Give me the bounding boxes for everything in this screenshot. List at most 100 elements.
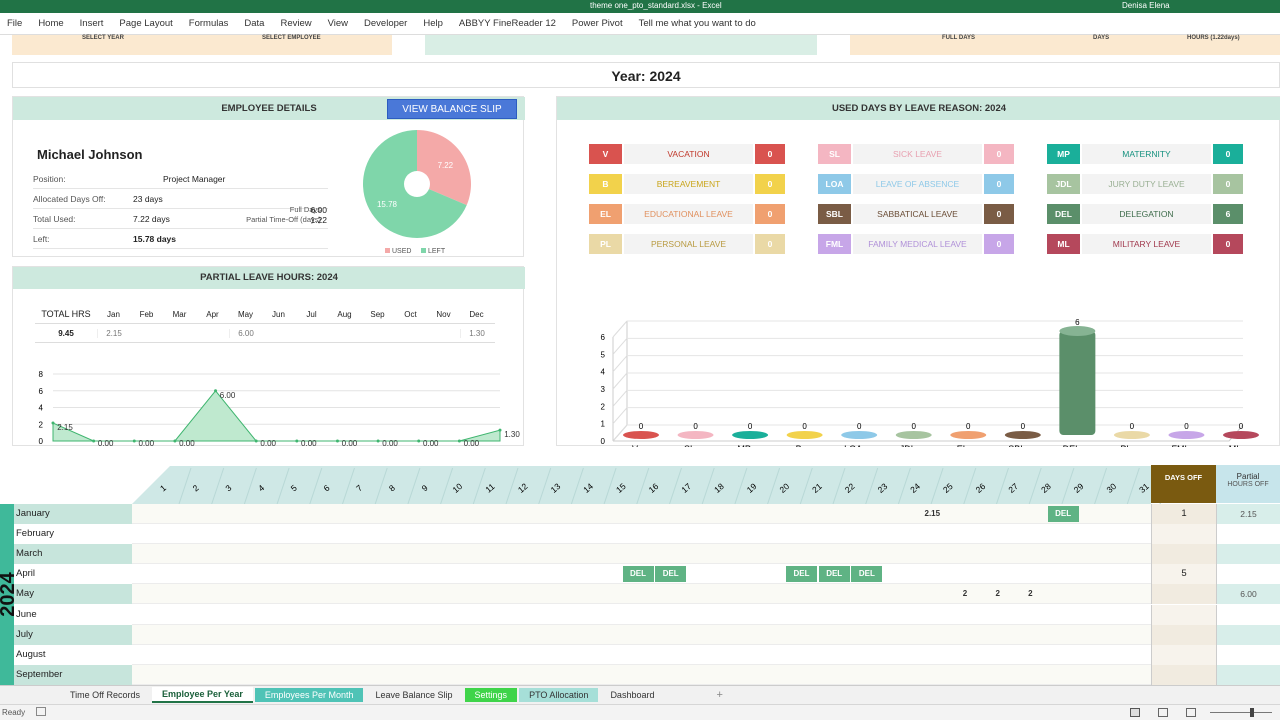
bar-fml [1168,431,1205,439]
leave-reason-jdl[interactable]: JDL JURY DUTY LEAVE 0 [1047,174,1243,194]
hours-off-march [1216,544,1280,565]
line-point-feb [92,439,96,443]
leave-reason-sbl[interactable]: SBL SABBATICAL LEAVE 0 [818,204,1014,224]
ribbon-tab-abbyy-finereader-12[interactable]: ABBYY FineReader 12 [459,18,556,29]
top-header-left[interactable]: SELECT YEAR SELECT EMPLOYEE [12,35,392,55]
full-days-label: Full Days [289,205,321,214]
leave-reason-del[interactable]: DEL DELEGATION 6 [1047,204,1243,224]
calendar-cell-april-24[interactable]: DEL [851,566,883,583]
leave-reason-pl[interactable]: PL PERSONAL LEAVE 0 [589,234,785,254]
partial-leave-card: PARTIAL LEAVE HOURS: 2024 TOTAL HRS Jan Fe… [12,266,525,447]
tab-dashboard[interactable]: Dashboard [600,688,664,702]
tab-employees-per-month[interactable]: Employees Per Month [254,688,364,702]
calendar-row-april: April DEL DEL DEL DEL DEL 5 [14,564,1280,585]
ribbon-tab-home[interactable]: Home [38,18,63,29]
employee-details-card: EMPLOYEE DETAILS VIEW BALANCE SLIP Micha… [12,96,525,257]
tab-employee-per-year[interactable]: Employee Per Year [152,687,253,703]
month-header-oct: Oct [404,309,417,319]
top-header-middle [425,35,817,55]
bar-label-b: 0 [802,422,807,431]
calendar-grid: January 2.15 DEL 1 2.15 February March April DEL… [14,504,1280,685]
leave-reason-b[interactable]: B BEREAVEMENT 0 [589,174,785,194]
month-header-nov: Nov [436,309,451,319]
page-break-icon[interactable] [1186,708,1196,717]
full-days-header: FULL DAYS [942,35,976,41]
bar-x-tick-sl: SL [684,444,695,447]
zoom-slider-handle[interactable] [1250,708,1254,717]
days-off-august [1151,644,1216,665]
worksheet: SELECT YEAR SELECT EMPLOYEE FULL DAYS DA… [0,35,1280,685]
bar-loa [841,431,878,439]
calendar-cell-may-28[interactable]: 2 [982,586,1013,602]
month-label-february: February [14,524,132,545]
bar-b [786,431,823,439]
add-sheet-icon[interactable]: + [716,689,722,701]
bar-x-tick-el: EL [957,444,968,447]
leave-reason-v[interactable]: V VACATION 0 [589,144,785,164]
info-row-left: Left: 15.78 days [33,229,328,249]
ribbon-tab-tell-me-what-you-want-to-do[interactable]: Tell me what you want to do [639,18,756,29]
tab-time-off-records[interactable]: Time Off Records [60,688,150,702]
leave-code-el: EL [589,204,622,224]
legend-left-label: LEFT [428,248,446,255]
tab-leave-balance-slip[interactable]: Leave Balance Slip [365,688,462,702]
calendar-cell-april-23[interactable]: DEL [818,566,850,583]
ribbon-tab-file[interactable]: File [7,18,22,29]
tab-settings[interactable]: Settings [464,688,518,702]
leave-name-pl: PERSONAL LEAVE [624,234,753,254]
select-year-label: SELECT YEAR [82,35,124,41]
leave-reason-el[interactable]: EL EDUCATIONAL LEAVE 0 [589,204,785,224]
leave-reason-mp[interactable]: MP MATERNITY 0 [1047,144,1243,164]
leave-reason-loa[interactable]: LOA LEAVE OF ABSENCE 0 [818,174,1014,194]
ribbon-tab-developer[interactable]: Developer [364,18,407,29]
calendar-row-march: March [14,544,1280,565]
line-point-sep [376,439,380,443]
ribbon-tab-formulas[interactable]: Formulas [189,18,229,29]
macro-record-icon[interactable] [36,707,46,716]
calendar-cell-may-29[interactable]: 2 [1015,586,1046,602]
calendar-cell-april-17[interactable]: DEL [622,566,654,583]
normal-view-icon[interactable] [1130,708,1140,717]
leave-reason-sl[interactable]: SL SICK LEAVE 0 [818,144,1014,164]
hours-off-label: HOURS OFF [1227,481,1269,488]
line-label-may: 6.00 [220,391,236,400]
calendar-cell-april-18[interactable]: DEL [655,566,687,583]
ribbon-tab-insert[interactable]: Insert [80,18,104,29]
leave-code-v: V [589,144,622,164]
leave-value-sl: 0 [984,144,1014,164]
bar-label-pl: 0 [1130,422,1135,431]
month-label-august: August [14,644,132,665]
ribbon-tab-data[interactable]: Data [244,18,264,29]
ribbon-tab-help[interactable]: Help [423,18,443,29]
leave-reason-ml[interactable]: ML MILITARY LEAVE 0 [1047,234,1243,254]
partial-table-header-row: TOTAL HRS Jan Feb Mar Apr May Jun Jul Aug Sep Oct N… [35,305,495,324]
ribbon-tab-page-layout[interactable]: Page Layout [119,18,172,29]
bar-sbl [1004,431,1041,439]
bar-label-loa: 0 [857,422,862,431]
line-label-dec: 1.30 [504,430,520,439]
calendar-cell-january-30[interactable]: DEL [1047,506,1079,522]
zoom-slider[interactable] [1210,712,1272,713]
bar-pl [1113,431,1150,439]
leave-reason-fml[interactable]: FML FAMILY MEDICAL LEAVE 0 [818,234,1014,254]
page-layout-icon[interactable] [1158,708,1168,717]
ribbon-tab-power-pivot[interactable]: Power Pivot [572,18,623,29]
calendar-cell-january-26[interactable]: 2.15 [917,506,948,522]
leave-code-fml: FML [818,234,851,254]
calendar-cell-april-22[interactable]: DEL [786,566,817,583]
leave-name-loa: LEAVE OF ABSENCE [853,174,982,194]
calendar-cell-may-27[interactable]: 2 [950,586,981,602]
calendar-row-july: July [14,624,1280,645]
allocated-value: 23 days [133,193,163,204]
y-tick-0: 0 [39,437,44,446]
ribbon-tab-review[interactable]: Review [280,18,311,29]
leave-name-fml: FAMILY MEDICAL LEAVE [853,234,982,254]
total-hrs-label: TOTAL HRS [41,309,91,319]
month-header-jun: Jun [272,309,285,319]
tab-pto-allocation[interactable]: PTO Allocation [519,688,599,702]
line-label-nov: 0.00 [464,439,480,447]
view-balance-slip-button[interactable]: VIEW BALANCE SLIP [387,99,517,119]
ribbon-tab-view[interactable]: View [328,18,348,29]
month-label-may: May [14,584,132,605]
line-label-jul: 0.00 [301,439,317,447]
